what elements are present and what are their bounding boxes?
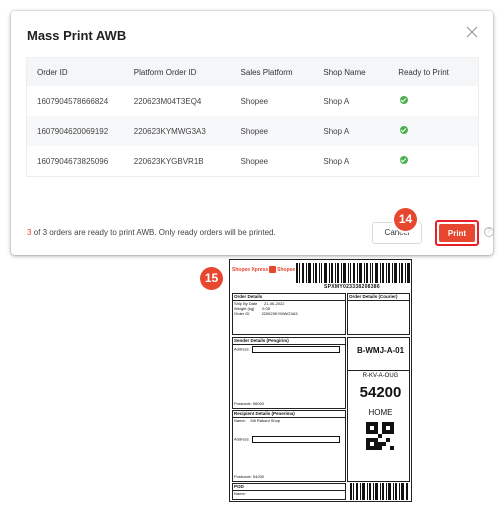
tracking-barcode	[296, 263, 410, 283]
recipient-postcode: Postcode: 54200	[234, 474, 265, 479]
sender-details-box: Sender Details (Pengirim) Address: Postc…	[232, 337, 346, 409]
awb-label-preview: Shopee Xpress Shopee SPXMY023338208386 Or…	[229, 259, 412, 502]
sorting-codes-box: B-WMJ-A-01 R-KV-A-OUG 54200 HOME	[347, 337, 410, 482]
delivery-type: HOME	[368, 408, 393, 417]
ready-summary-text: 3 of 3 orders are ready to print AWB. On…	[27, 228, 276, 237]
ready-check-icon	[400, 156, 409, 164]
column-header-ready-to-print: Ready to Print	[398, 67, 449, 77]
sales-platform-cell: Shopee	[240, 126, 269, 136]
redacted-recipient-address	[251, 436, 340, 443]
close-icon[interactable]	[465, 25, 479, 39]
orders-table: Order ID Platform Order ID Sales Platfor…	[26, 57, 479, 177]
ready-summary-message: of 3 orders are ready to print AWB. Only…	[31, 228, 276, 237]
table-header-row: Order ID Platform Order ID Sales Platfor…	[27, 58, 478, 86]
dialog-title: Mass Print AWB	[27, 28, 127, 43]
platform-order-id-cell: 220623M04T3EQ4	[133, 96, 202, 106]
pod-box: POD Name:	[232, 483, 346, 500]
redacted-sender-address	[251, 346, 340, 353]
mass-print-awb-dialog: Mass Print AWB Order ID Platform Order I…	[11, 11, 494, 255]
sender-details-title: Sender Details (Pengirim)	[233, 338, 345, 345]
order-details-courier-box: Order Details (Courier)	[347, 293, 410, 335]
order-details-box: Order Details Ship By Date 21-06-2022 We…	[232, 293, 346, 335]
order-id-cell: 1607904673825096	[37, 156, 109, 166]
column-header-order-id: Order ID	[37, 67, 68, 77]
tracking-number: SPXMY023338208386	[324, 284, 380, 290]
ready-check-icon	[400, 96, 409, 104]
shop-name-cell: Shop A	[323, 156, 350, 166]
platform-order-id-cell: 220623KYMWG3A3	[133, 126, 206, 136]
shop-name-cell: Shop A	[323, 126, 350, 136]
table-row: 1607904578666824 220623M04T3EQ4 Shopee S…	[27, 86, 478, 116]
order-id-cell: 1607904620069192	[37, 126, 109, 136]
order-details-title: Order Details	[233, 294, 345, 301]
order-id-cell: 1607904578666824	[37, 96, 109, 106]
help-icon[interactable]: ?	[484, 227, 494, 237]
route-code: B-WMJ-A-01	[356, 346, 405, 355]
table-row: 1607904620069192 220623KYMWG3A3 Shopee S…	[27, 116, 478, 146]
step-badge-14: 14	[394, 208, 417, 231]
recipient-details-box: Recipient Details (Penerima) Name: Siti …	[232, 410, 346, 482]
column-header-sales-platform: Sales Platform	[240, 67, 293, 77]
shop-name-cell: Shop A	[323, 96, 350, 106]
sales-platform-cell: Shopee	[240, 96, 269, 106]
shopee-xpress-logo: Shopee Xpress Shopee	[232, 266, 296, 273]
bottom-barcode	[350, 483, 408, 500]
print-button[interactable]: Print	[439, 224, 475, 242]
sort-code: R-KV-A-OUG	[362, 373, 399, 379]
order-details-courier-title: Order Details (Courier)	[348, 294, 409, 301]
pod-title: POD	[233, 484, 345, 491]
postcode-big: 54200	[359, 384, 402, 401]
recipient-details-title: Recipient Details (Penerima)	[233, 411, 345, 418]
column-header-shop-name: Shop Name	[323, 67, 366, 77]
platform-order-id-cell: 220623KYGBVR1B	[133, 156, 204, 166]
table-row: 1607904673825096 220623KYGBVR1B Shopee S…	[27, 146, 478, 176]
sender-postcode: Postcode: 56000	[234, 401, 265, 406]
ready-check-icon	[400, 126, 409, 134]
print-button-highlight: Print	[435, 220, 479, 246]
column-header-platform-order-id: Platform Order ID	[133, 67, 197, 77]
shopee-bag-icon	[269, 266, 277, 273]
step-badge-15: 15	[200, 267, 223, 290]
qr-code-icon	[366, 422, 394, 450]
sales-platform-cell: Shopee	[240, 156, 269, 166]
